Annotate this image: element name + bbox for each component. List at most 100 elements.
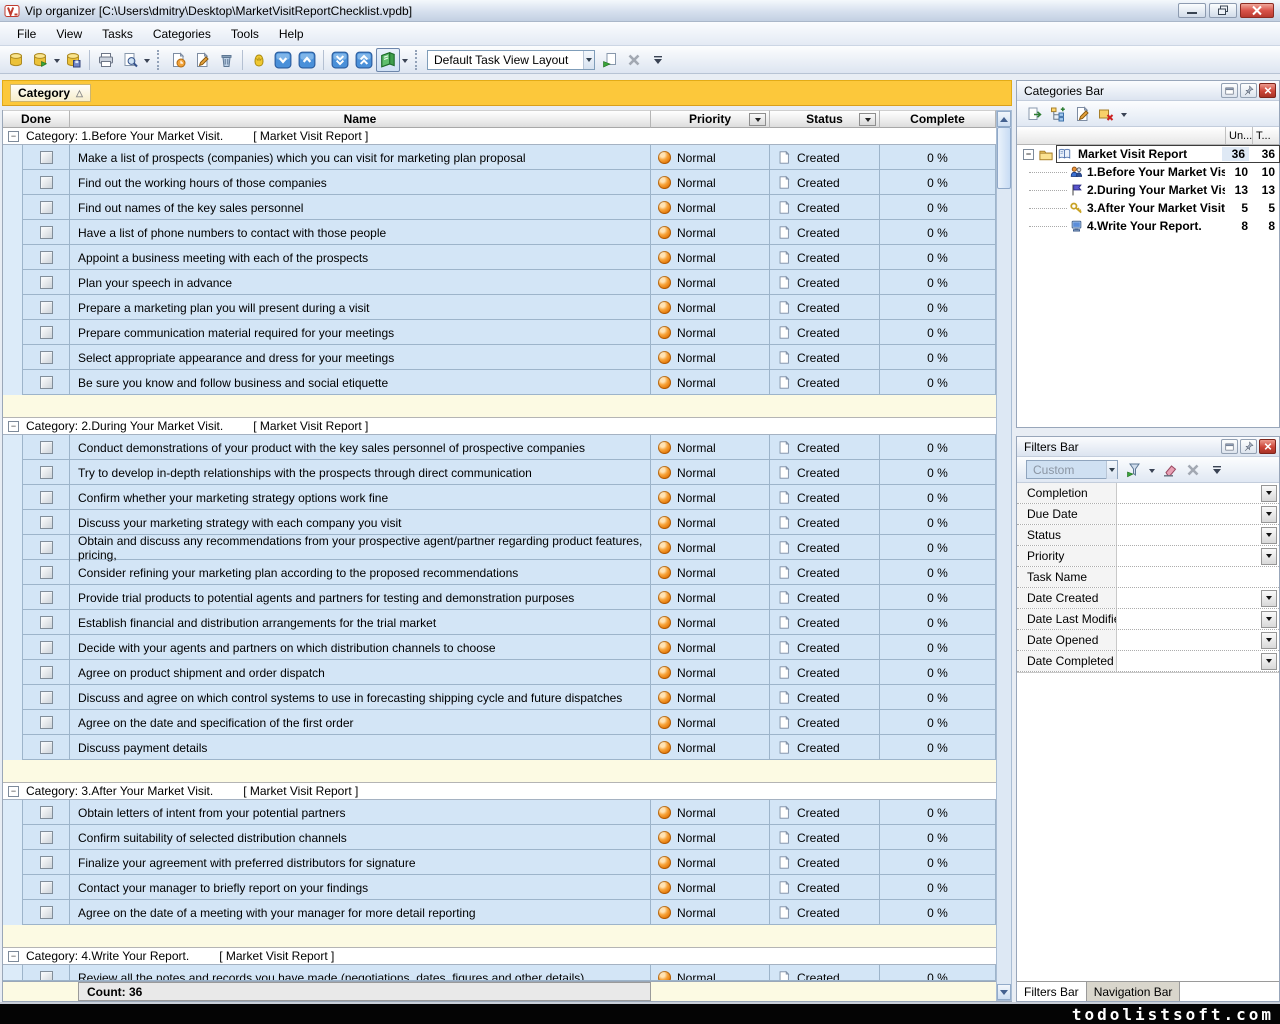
column-header-complete[interactable]: Complete: [880, 110, 996, 128]
task-row[interactable]: Make a list of prospects (companies) whi…: [3, 145, 996, 170]
task-checkbox[interactable]: [40, 516, 53, 529]
categories-bar-pin-button[interactable]: [1240, 83, 1257, 98]
tree-item-root[interactable]: −Market Visit Report3636: [1017, 145, 1279, 163]
collapse-icon[interactable]: −: [8, 786, 19, 797]
filters-bar-close-button[interactable]: [1259, 439, 1276, 454]
dropdown-arrow-icon[interactable]: [144, 59, 150, 66]
filter-dropdown-button[interactable]: [1261, 485, 1277, 502]
tree-column-header-total[interactable]: T...: [1252, 127, 1279, 144]
add-subcategory-button[interactable]: [1047, 103, 1069, 125]
combo-dropdown-icon[interactable]: [583, 51, 594, 69]
delete-layout-button[interactable]: [622, 48, 646, 72]
tab-navigation-bar[interactable]: Navigation Bar: [1087, 982, 1181, 1001]
task-checkbox[interactable]: [40, 566, 53, 579]
filter-value-field[interactable]: [1117, 567, 1279, 587]
tree-column-header-undone[interactable]: Un...: [1225, 127, 1252, 144]
task-row[interactable]: Discuss payment detailsNormalCreated0 %: [3, 735, 996, 760]
menu-item-view[interactable]: View: [47, 24, 91, 44]
delete-task-button[interactable]: [214, 48, 238, 72]
task-checkbox[interactable]: [40, 616, 53, 629]
scroll-up-button[interactable]: [997, 111, 1011, 127]
brand-link[interactable]: todolistsoft.com: [1072, 1005, 1274, 1024]
filter-dropdown-button[interactable]: [1261, 611, 1277, 628]
print-button[interactable]: [94, 48, 118, 72]
task-row[interactable]: Confirm whether your marketing strategy …: [3, 485, 996, 510]
filter-value-field[interactable]: [1117, 588, 1261, 608]
task-row[interactable]: Find out the working hours of those comp…: [3, 170, 996, 195]
task-row[interactable]: Agree on the date and specification of t…: [3, 710, 996, 735]
task-row[interactable]: Decide with your agents and partners on …: [3, 635, 996, 660]
menu-item-tools[interactable]: Tools: [222, 24, 268, 44]
categories-bar-restore-button[interactable]: [1221, 83, 1238, 98]
task-row[interactable]: Discuss your marketing strategy with eac…: [3, 510, 996, 535]
dropdown-arrow-icon[interactable]: [1149, 469, 1155, 476]
menu-item-file[interactable]: File: [8, 24, 45, 44]
task-checkbox[interactable]: [40, 691, 53, 704]
collapse-icon[interactable]: −: [8, 951, 19, 962]
task-checkbox[interactable]: [40, 716, 53, 729]
task-checkbox[interactable]: [40, 971, 53, 981]
menu-item-help[interactable]: Help: [270, 24, 313, 44]
priority-filter-button[interactable]: [749, 113, 766, 126]
print-preview-button[interactable]: [118, 48, 142, 72]
group-by-category-button[interactable]: Category △: [10, 84, 91, 102]
dropdown-arrow-icon[interactable]: [402, 59, 408, 66]
dropdown-arrow-icon[interactable]: [54, 59, 60, 66]
column-header-priority[interactable]: Priority: [651, 110, 770, 128]
delete-category-button[interactable]: [1095, 103, 1117, 125]
task-checkbox[interactable]: [40, 376, 53, 389]
task-checkbox[interactable]: [40, 276, 53, 289]
clear-filter-button[interactable]: [1158, 459, 1180, 481]
status-filter-button[interactable]: [859, 113, 876, 126]
task-checkbox[interactable]: [40, 151, 53, 164]
dropdown-arrow-icon[interactable]: [1121, 113, 1127, 120]
filter-value-field[interactable]: [1117, 525, 1261, 545]
filter-dropdown-button[interactable]: [1261, 548, 1277, 565]
task-row[interactable]: Appoint a business meeting with each of …: [3, 245, 996, 270]
complete-task-button[interactable]: [247, 48, 271, 72]
category-group-row[interactable]: −Category: 3.After Your Market Visit.[ M…: [3, 783, 996, 800]
task-checkbox[interactable]: [40, 741, 53, 754]
edit-task-button[interactable]: [190, 48, 214, 72]
task-checkbox[interactable]: [40, 466, 53, 479]
task-checkbox[interactable]: [40, 641, 53, 654]
task-checkbox[interactable]: [40, 591, 53, 604]
filter-value-field[interactable]: [1117, 504, 1261, 524]
task-checkbox[interactable]: [40, 906, 53, 919]
task-row[interactable]: Find out names of the key sales personne…: [3, 195, 996, 220]
filter-value-field[interactable]: [1117, 546, 1261, 566]
menu-item-tasks[interactable]: Tasks: [93, 24, 142, 44]
task-row[interactable]: Select appropriate appearance and dress …: [3, 345, 996, 370]
task-checkbox[interactable]: [40, 666, 53, 679]
task-row[interactable]: Obtain letters of intent from your poten…: [3, 800, 996, 825]
menu-item-categories[interactable]: Categories: [144, 24, 220, 44]
save-database-button[interactable]: [61, 48, 85, 72]
task-checkbox[interactable]: [40, 176, 53, 189]
task-checkbox[interactable]: [40, 831, 53, 844]
task-checkbox[interactable]: [40, 491, 53, 504]
column-header-name[interactable]: Name: [70, 110, 651, 128]
tree-item-category[interactable]: 3.After Your Market Visit.55: [1017, 199, 1279, 217]
collapse-icon[interactable]: −: [8, 131, 19, 142]
task-row[interactable]: Plan your speech in advanceNormalCreated…: [3, 270, 996, 295]
scrollbar-track[interactable]: [997, 127, 1011, 984]
apply-filter-button[interactable]: [1123, 459, 1145, 481]
filter-dropdown-button[interactable]: [1261, 632, 1277, 649]
move-top-button[interactable]: [352, 48, 376, 72]
task-row[interactable]: Confirm suitability of selected distribu…: [3, 825, 996, 850]
apply-layout-button[interactable]: [598, 48, 622, 72]
filter-dropdown-button[interactable]: [1261, 590, 1277, 607]
task-checkbox[interactable]: [40, 226, 53, 239]
task-checkbox[interactable]: [40, 806, 53, 819]
move-down-button[interactable]: [271, 48, 295, 72]
filter-dropdown-button[interactable]: [1261, 653, 1277, 670]
task-row[interactable]: Try to develop in-depth relationships wi…: [3, 460, 996, 485]
task-row[interactable]: Prepare communication material required …: [3, 320, 996, 345]
close-button[interactable]: [1240, 3, 1274, 18]
filter-dropdown-button[interactable]: [1261, 506, 1277, 523]
open-database-button[interactable]: [28, 48, 52, 72]
move-bottom-button[interactable]: [328, 48, 352, 72]
task-view-layout-button[interactable]: [376, 48, 400, 72]
collapse-icon[interactable]: −: [1023, 149, 1034, 160]
task-checkbox[interactable]: [40, 201, 53, 214]
